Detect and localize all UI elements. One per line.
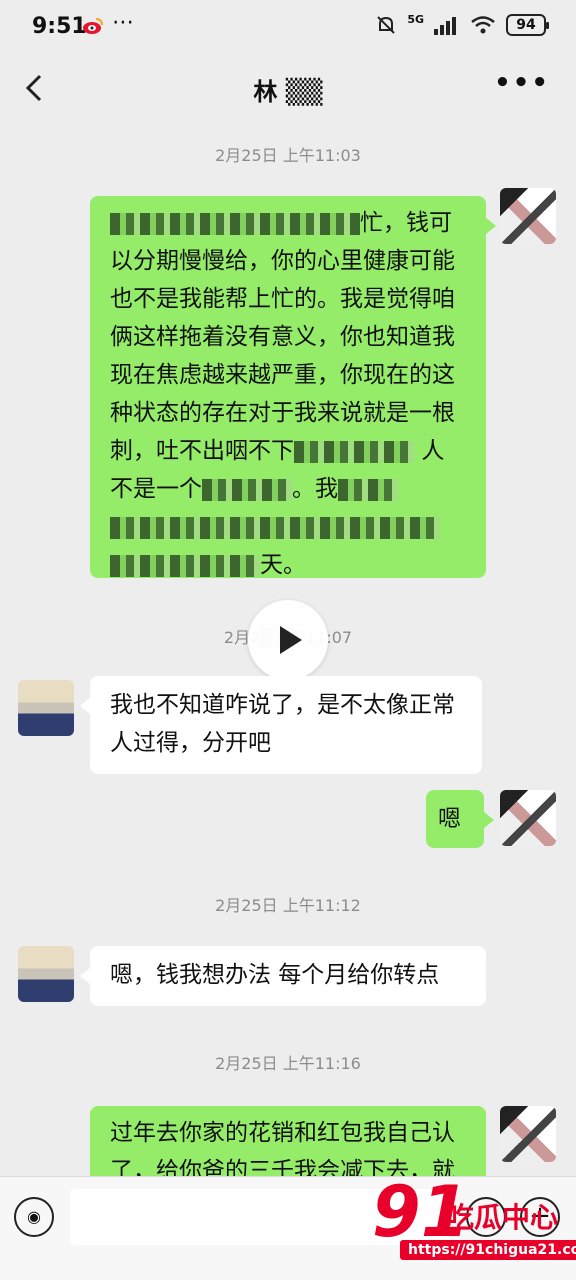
timestamp: 2月25日 上午11:03 <box>215 146 361 165</box>
message-bubble-received[interactable]: 我也不知道咋说了，是不太像正常人过得，分开吧 <box>80 676 482 774</box>
network-type: 5G <box>407 12 424 26</box>
redacted-text <box>110 554 260 577</box>
redacted-text <box>338 478 398 501</box>
message-text: 天。 <box>260 552 306 578</box>
message-bubble-received[interactable]: 嗯，钱我想办法 每个月给你转点 <box>80 946 486 1006</box>
watermark-text: 吃瓜中心 <box>446 1201 559 1234</box>
wifi-icon <box>471 16 495 34</box>
message-bubble-sent[interactable]: 忙，钱可以分期慢慢给，你的心里健康可能也不是我能帮上忙的。我是觉得咱俩这样拖着没… <box>90 196 496 578</box>
avatar[interactable] <box>18 946 74 1002</box>
message-text: 嗯，钱我想办法 每个月给你转点 <box>110 962 440 988</box>
redacted-text <box>294 440 414 463</box>
notification-more-icon: ⋯ <box>112 10 135 35</box>
mute-bell-icon <box>377 16 396 34</box>
message-text: 我也不知道咋说了，是不太像正常人过得，分开吧 <box>110 692 455 756</box>
battery-icon: 94 <box>506 14 549 36</box>
status-bar: 9:51 ⋯ 5G 94 <box>0 0 576 56</box>
redacted-text <box>202 478 292 501</box>
chat-title: 林 ▒▒ <box>253 78 323 106</box>
redacted-text <box>110 212 360 235</box>
watermark-url: https://91chigua21.com <box>400 1240 576 1260</box>
avatar[interactable] <box>18 680 74 736</box>
message-text: 。我 <box>292 476 338 502</box>
weibo-icon <box>83 18 103 34</box>
message-bubble-sent[interactable]: 嗯 <box>426 790 494 848</box>
signal-icon <box>434 17 456 35</box>
message-text: 嗯 <box>438 806 461 832</box>
status-right-group: 5G 94 <box>375 12 549 36</box>
play-icon[interactable] <box>248 600 328 680</box>
avatar[interactable] <box>500 1106 556 1162</box>
status-time: 9:51 <box>32 14 87 39</box>
timestamp: 2月25日 上午11:12 <box>215 896 361 915</box>
avatar[interactable] <box>500 188 556 244</box>
site-watermark: 91 吃瓜中心 https://91chigua21.com <box>372 1172 576 1272</box>
message-text: 忙，钱可以分期慢慢给，你的心里健康可能也不是我能帮上忙的。我是觉得咱俩这样拖着没… <box>110 210 455 464</box>
timestamp: 2月25日 上午11:16 <box>215 1054 361 1073</box>
more-options-icon[interactable]: ••• <box>494 68 550 98</box>
avatar[interactable] <box>500 790 556 846</box>
chat-header: 林 ▒▒ ••• <box>0 56 576 120</box>
redacted-text <box>110 516 440 539</box>
voice-input-icon[interactable]: ◉ <box>14 1197 54 1237</box>
